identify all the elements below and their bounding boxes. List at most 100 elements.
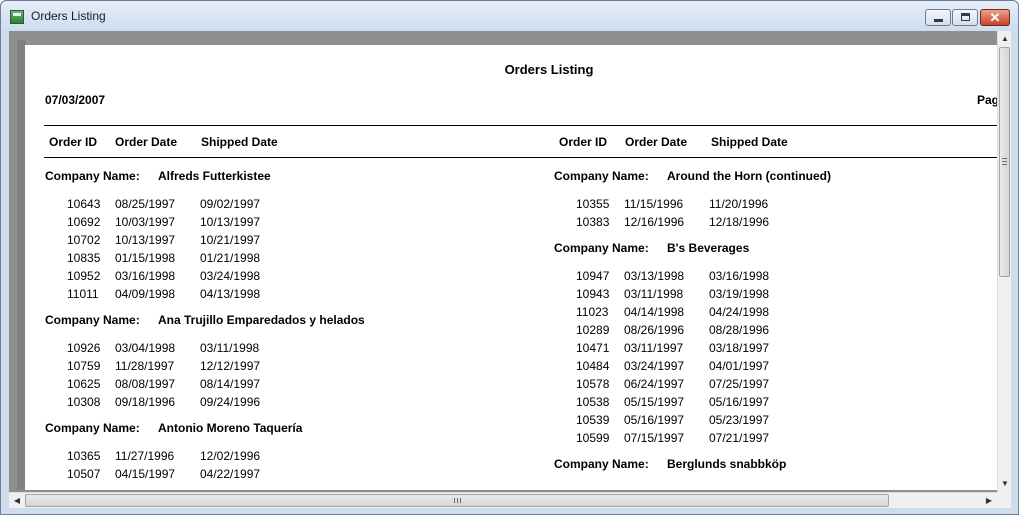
company-name: Alfreds Futterkistee	[158, 169, 271, 183]
order-date: 08/08/1997	[115, 377, 176, 391]
order-id: 10538	[576, 395, 610, 409]
order-id: 10926	[67, 341, 101, 355]
vertical-scroll-thumb[interactable]	[999, 47, 1010, 277]
order-id: 10539	[576, 413, 610, 427]
company-group-header: Company Name: Alfreds Futterkistee	[45, 169, 271, 183]
shipped-date: 04/13/1998	[200, 287, 261, 301]
order-id: 10947	[576, 269, 610, 283]
order-id: 10952	[67, 269, 101, 283]
company-name-label: Company Name:	[554, 241, 649, 255]
grip-line	[457, 498, 458, 503]
shipped-date: 03/11/1998	[200, 341, 260, 355]
horizontal-scrollbar[interactable]: ◀ ▶	[9, 492, 997, 508]
shipped-date: 12/12/1997	[200, 359, 261, 373]
company-name: Antonio Moreno Taquería	[158, 421, 303, 435]
window-title: Orders Listing	[31, 9, 106, 23]
header-bottom-rule	[44, 157, 997, 158]
grip-line	[1002, 161, 1007, 162]
shipped-date: 07/25/1997	[709, 377, 770, 391]
scroll-right-arrow-icon[interactable]: ▶	[981, 493, 997, 509]
order-id: 10625	[67, 377, 101, 391]
shipped-date: 10/13/1997	[200, 215, 261, 229]
shipped-date: 01/21/1998	[200, 251, 261, 265]
order-date: 07/15/1997	[624, 431, 685, 445]
close-button[interactable]: ✕	[980, 9, 1010, 26]
shipped-date: 09/02/1997	[200, 197, 261, 211]
order-id: 10365	[67, 449, 101, 463]
order-date: 09/18/1996	[115, 395, 176, 409]
shipped-date: 03/24/1998	[200, 269, 261, 283]
order-date: 04/14/1998	[624, 305, 685, 319]
company-group-header: Company Name: Antonio Moreno Taquería	[45, 421, 302, 435]
shipped-date: 08/14/1997	[200, 377, 261, 391]
vertical-scrollbar[interactable]: ▲ ▼	[997, 31, 1011, 492]
report-window: Orders Listing ✕ Orders Listing 07/03/20…	[0, 0, 1019, 515]
shipped-date: 10/21/1997	[200, 233, 261, 247]
order-id: 10471	[576, 341, 610, 355]
order-date: 10/03/1997	[115, 215, 176, 229]
order-date: 03/11/1998	[624, 287, 684, 301]
order-date: 03/13/1998	[624, 269, 685, 283]
order-date: 05/16/1997	[624, 413, 685, 427]
order-date: 10/13/1997	[115, 233, 176, 247]
order-id: 10759	[67, 359, 101, 373]
maximize-button[interactable]	[952, 9, 978, 26]
shipped-date: 03/16/1998	[709, 269, 770, 283]
order-date: 03/24/1997	[624, 359, 685, 373]
company-name-label: Company Name:	[45, 169, 140, 183]
shipped-date: 07/21/1997	[709, 431, 770, 445]
shipped-date: 04/22/1997	[200, 467, 261, 481]
order-id: 10599	[576, 431, 610, 445]
app-icon	[10, 10, 24, 24]
grip-line	[1002, 164, 1007, 165]
shipped-date: 05/16/1997	[709, 395, 770, 409]
title-bar[interactable]: Orders Listing ✕	[1, 1, 1018, 31]
scroll-down-arrow-icon[interactable]: ▼	[998, 476, 1012, 492]
column-header-order-date: Order Date	[625, 135, 688, 149]
horizontal-scroll-thumb[interactable]	[25, 494, 889, 507]
order-id: 11011	[67, 287, 99, 301]
report-date: 07/03/2007	[45, 93, 106, 107]
order-id: 10308	[67, 395, 101, 409]
shipped-date: 03/18/1997	[709, 341, 770, 355]
shipped-date: 03/19/1998	[709, 287, 770, 301]
company-group-header: Company Name: Berglunds snabbköp	[554, 457, 786, 471]
scrollbar-corner	[997, 492, 1011, 508]
order-id: 10289	[576, 323, 610, 337]
company-name-label: Company Name:	[45, 313, 140, 327]
company-name-label: Company Name:	[45, 421, 140, 435]
minimize-button[interactable]	[925, 9, 951, 26]
company-name-label: Company Name:	[554, 169, 649, 183]
order-id: 10702	[67, 233, 101, 247]
column-header-order-date: Order Date	[115, 135, 178, 149]
order-date: 03/11/1997	[624, 341, 684, 355]
order-date: 03/04/1998	[115, 341, 176, 355]
scroll-left-arrow-icon[interactable]: ◀	[9, 493, 25, 509]
shipped-date: 12/18/1996	[709, 215, 770, 229]
report-title: Orders Listing	[504, 62, 594, 77]
shipped-date: 04/01/1997	[709, 359, 770, 373]
order-date: 03/16/1998	[115, 269, 176, 283]
column-header-order-id: Order ID	[49, 135, 98, 149]
order-date: 11/15/1996	[624, 197, 684, 211]
minimize-icon	[934, 19, 943, 22]
order-id: 10355	[576, 197, 610, 211]
order-date: 08/25/1997	[115, 197, 176, 211]
close-icon: ✕	[989, 10, 1001, 25]
order-date: 04/15/1997	[115, 467, 176, 481]
order-id: 10643	[67, 197, 101, 211]
order-id: 11023	[576, 305, 609, 319]
page-number-label: Page	[977, 93, 997, 107]
company-group-header: Company Name: Around the Horn (continued)	[554, 169, 831, 183]
shipped-date: 11/20/1996	[709, 197, 769, 211]
scroll-up-arrow-icon[interactable]: ▲	[998, 31, 1012, 47]
order-id: 10943	[576, 287, 610, 301]
report-viewer: Orders Listing 07/03/2007 Page Order ID …	[9, 31, 1011, 508]
maximize-icon	[961, 13, 970, 21]
order-id: 10692	[67, 215, 101, 229]
shipped-date: 04/24/1998	[709, 305, 770, 319]
order-date: 01/15/1998	[115, 251, 176, 265]
company-name: Around the Horn (continued)	[667, 169, 831, 183]
order-id: 10835	[67, 251, 101, 265]
order-date: 12/16/1996	[624, 215, 685, 229]
